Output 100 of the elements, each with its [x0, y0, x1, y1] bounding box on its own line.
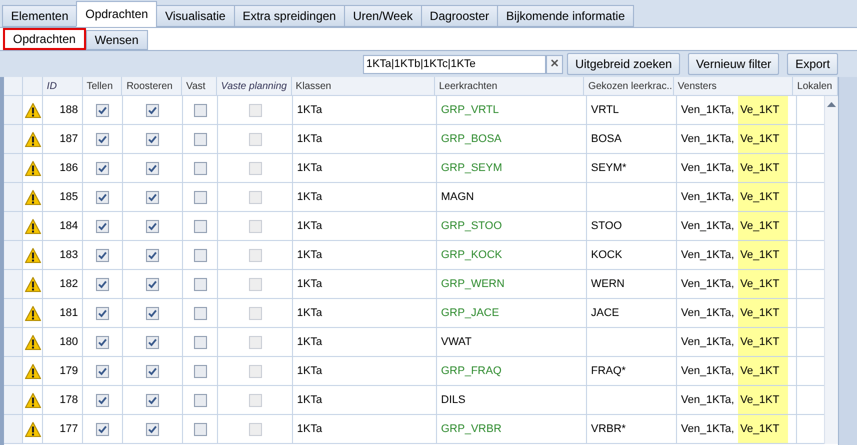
teacher-text: GRP_STOO: [441, 218, 502, 234]
column-header[interactable]: Vaste planning: [221, 78, 287, 94]
checkbox[interactable]: [146, 364, 159, 378]
column-header[interactable]: Tellen: [86, 78, 113, 94]
toolbar-button[interactable]: Uitgebreid zoeken: [567, 53, 680, 75]
checkbox[interactable]: [146, 104, 159, 116]
warning-icon: [24, 364, 40, 378]
tab[interactable]: Elementen: [2, 5, 78, 27]
checkbox[interactable]: [146, 220, 159, 232]
toolbar-button[interactable]: Export: [787, 53, 838, 75]
tab[interactable]: Visualisatie: [156, 5, 235, 27]
scrollbar[interactable]: [824, 96, 838, 444]
checkbox[interactable]: [194, 248, 206, 262]
checkbox[interactable]: [248, 162, 262, 174]
checkbox[interactable]: [248, 364, 262, 378]
checkbox[interactable]: [96, 364, 109, 378]
checkbox[interactable]: [194, 364, 206, 378]
class-text: 1KTa: [297, 306, 322, 321]
tab[interactable]: Opdrachten: [76, 1, 158, 27]
teacher-text: GRP_JACE: [441, 306, 500, 321]
window-text: Ven_1KTa,: [681, 334, 736, 350]
filter-field[interactable]: 1KTa|1KTb|1KTc|1KTe: [363, 54, 546, 74]
column-header[interactable]: Gekozen leerkrac...: [588, 78, 673, 94]
checkbox[interactable]: [194, 132, 206, 146]
checkbox[interactable]: [96, 162, 109, 174]
tab[interactable]: Uren/Week: [344, 5, 422, 27]
window-text: Ve_1KT: [738, 386, 788, 414]
checkbox[interactable]: [194, 394, 206, 406]
checkbox[interactable]: [194, 278, 206, 290]
window-text: Ven_1KTa,: [681, 248, 736, 263]
checkbox[interactable]: [96, 278, 109, 290]
checkbox[interactable]: [248, 190, 262, 204]
checkbox[interactable]: [248, 104, 262, 116]
column-header[interactable]: ID: [46, 78, 57, 94]
checkbox[interactable]: [146, 132, 159, 146]
checkbox[interactable]: [146, 394, 159, 406]
checkbox[interactable]: [96, 306, 109, 320]
checkbox[interactable]: [194, 306, 206, 320]
checkbox[interactable]: [96, 220, 109, 232]
checkbox[interactable]: [96, 190, 109, 204]
window-text: Ve_1KT: [738, 328, 788, 356]
checkbox[interactable]: [248, 220, 262, 232]
class-text: 1KTa: [297, 190, 322, 205]
warning-icon: [24, 190, 40, 204]
checkbox[interactable]: [96, 336, 109, 348]
warning-icon: [24, 132, 40, 146]
checkbox[interactable]: [146, 336, 159, 348]
checkbox[interactable]: [194, 220, 206, 232]
checkbox[interactable]: [248, 278, 262, 290]
checkbox[interactable]: [146, 190, 159, 204]
chosen-teacher-text: VRBR*: [591, 422, 626, 437]
checkbox[interactable]: [194, 336, 206, 348]
checkbox[interactable]: [146, 306, 159, 320]
warning-icon: [24, 160, 40, 176]
checkbox[interactable]: [96, 422, 109, 436]
warning-icon: [24, 218, 40, 234]
toolbar-button[interactable]: Vernieuw filter: [688, 53, 780, 75]
teacher-text: GRP_SEYM: [441, 160, 502, 176]
chosen-teacher-text: JACE: [591, 306, 620, 321]
checkbox[interactable]: [248, 336, 262, 348]
checkbox[interactable]: [146, 422, 159, 436]
teacher-text: GRP_KOCK: [441, 248, 502, 263]
id-text: 187: [60, 132, 78, 147]
checkbox[interactable]: [194, 162, 206, 174]
checkbox[interactable]: [194, 190, 206, 204]
checkbox[interactable]: [96, 132, 109, 146]
tab[interactable]: Dagrooster: [420, 5, 498, 27]
checkbox[interactable]: [248, 306, 262, 320]
checkbox[interactable]: [248, 248, 262, 262]
column-header[interactable]: Lokalen: [797, 78, 832, 94]
column-header[interactable]: Vensters: [678, 78, 717, 94]
checkbox[interactable]: [96, 104, 109, 116]
checkbox[interactable]: [248, 132, 262, 146]
window-text: Ven_1KTa,: [681, 132, 736, 147]
column-header[interactable]: Leerkrachten: [438, 78, 498, 94]
checkbox[interactable]: [248, 422, 262, 436]
column-header[interactable]: Klassen: [296, 78, 332, 94]
window-text: Ve_1KT: [738, 154, 788, 182]
clear-button[interactable]: ✕: [546, 54, 564, 74]
tab[interactable]: Bijkomende informatie: [497, 5, 634, 27]
checkbox[interactable]: [96, 394, 109, 406]
window-text: Ve_1KT: [738, 299, 788, 327]
tab[interactable]: Extra spreidingen: [234, 5, 345, 27]
teacher-text: GRP_BOSA: [441, 132, 502, 147]
column-header[interactable]: Vast: [186, 78, 206, 94]
window-text: Ven_1KTa,: [681, 102, 736, 118]
subtab[interactable]: Wensen: [86, 30, 148, 50]
checkbox[interactable]: [146, 278, 159, 290]
teacher-text: GRP_VRBR: [441, 422, 502, 437]
checkbox[interactable]: [248, 394, 262, 406]
checkbox[interactable]: [146, 162, 159, 174]
warning-icon: [24, 422, 40, 436]
checkbox[interactable]: [146, 248, 159, 262]
column-header[interactable]: Roosteren: [126, 78, 173, 94]
checkbox[interactable]: [96, 248, 109, 262]
scroll-up-icon[interactable]: [827, 102, 836, 107]
checkbox[interactable]: [194, 104, 206, 116]
subtab[interactable]: Opdrachten: [3, 28, 86, 50]
checkbox[interactable]: [194, 422, 206, 436]
window-text: Ve_1KT: [738, 125, 788, 153]
